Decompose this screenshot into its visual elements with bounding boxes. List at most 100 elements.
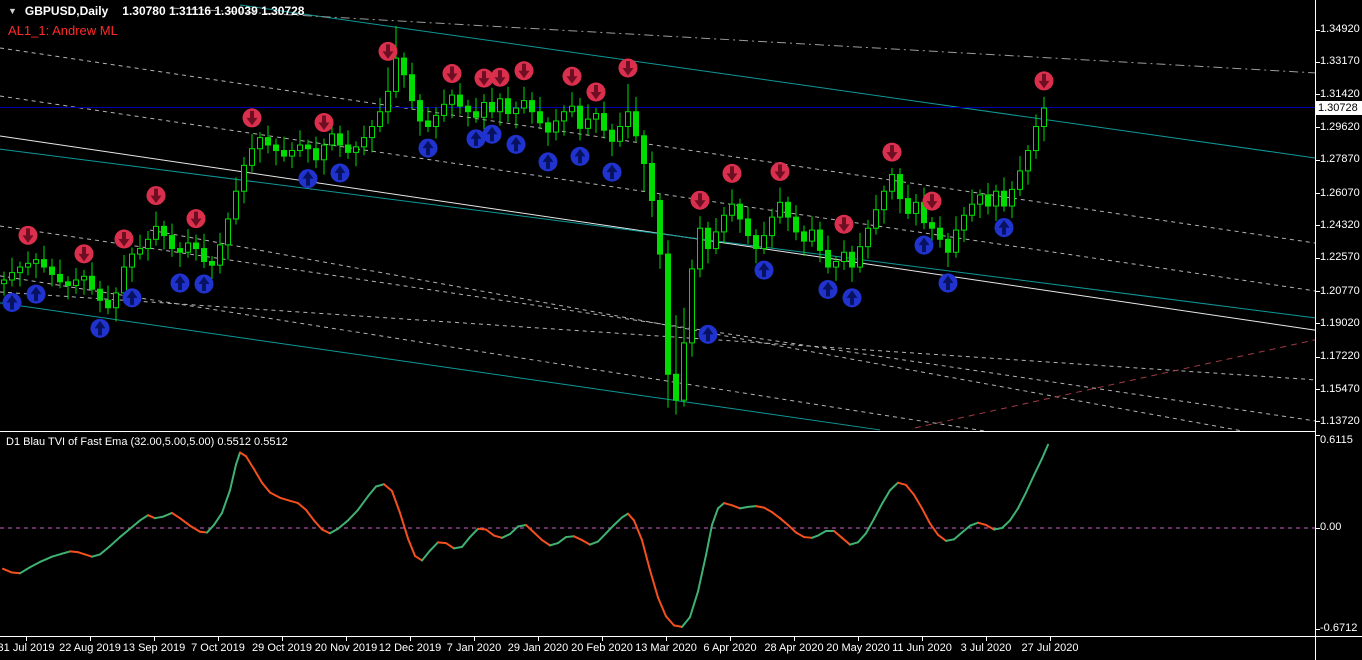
chevron-down-icon[interactable]: ▼ — [8, 6, 17, 16]
tvi-curve-segment — [841, 536, 851, 546]
candle-body — [329, 133, 335, 146]
mt4-chart-window: ▼ GBPUSD,Daily 1.30780 1.31116 1.30039 1.3… — [0, 0, 1362, 660]
buy-signal-icon — [538, 152, 558, 172]
date-tick-mark — [90, 637, 91, 641]
candle-body — [641, 135, 647, 164]
tvi-curve-segment — [605, 523, 615, 535]
candle-body — [825, 249, 831, 268]
candle-body — [25, 262, 31, 268]
candle-body — [401, 57, 407, 76]
price-axis-border — [1315, 0, 1316, 660]
sell-signal-icon — [186, 209, 206, 229]
candle-body — [625, 111, 631, 128]
candle-body — [441, 103, 447, 116]
tvi-curve-segment — [969, 521, 979, 527]
date-tick-mark — [474, 637, 475, 641]
tvi-curve-segment — [421, 549, 431, 562]
tvi-curve-segment — [913, 493, 923, 510]
tvi-curve-segment — [641, 539, 651, 572]
tvi-curve-segment — [321, 528, 331, 535]
candle-body — [425, 120, 431, 128]
tvi-curve-segment — [557, 536, 567, 545]
tvi-curve-segment — [261, 481, 271, 494]
tvi-curve-segment — [1001, 519, 1011, 529]
tvi-curve-segment — [1017, 491, 1027, 510]
tvi-curve-segment — [881, 489, 891, 505]
date-tick-mark — [666, 637, 667, 641]
candle-body — [689, 268, 695, 344]
sell-signal-icon — [722, 163, 742, 183]
tvi-curve-segment — [91, 553, 101, 558]
tvi-curve-segment — [99, 545, 111, 556]
candle-body — [337, 133, 343, 146]
sell-signal-icon — [74, 244, 94, 264]
candle-body — [793, 216, 799, 233]
candle-body — [345, 144, 351, 153]
candle-body — [985, 194, 991, 207]
candle-body — [113, 292, 119, 309]
tvi-curve-segment — [723, 502, 733, 507]
date-tick-label: 29 Jan 2020 — [507, 642, 569, 654]
candle-body — [489, 101, 495, 113]
candle-body — [761, 235, 767, 250]
tvi-curve-segment — [221, 489, 231, 514]
price-tick-label: 1.34920 — [1320, 23, 1360, 35]
candle-body — [369, 126, 375, 139]
buy-signal-icon — [842, 288, 862, 308]
date-tick-label: 11 Jun 2020 — [892, 642, 952, 654]
date-tick-label: 6 Apr 2020 — [703, 642, 757, 654]
candle-body — [249, 148, 255, 166]
tvi-curve-segment — [253, 468, 263, 484]
candle-body — [721, 214, 727, 233]
candle-body — [857, 246, 863, 268]
tvi-curve-segment — [657, 596, 667, 618]
date-tick-mark — [922, 637, 923, 641]
candle-body — [1017, 170, 1023, 190]
price-chart-canvas[interactable] — [0, 0, 1315, 431]
tvi-curve-segment — [1009, 507, 1019, 522]
buy-signal-icon — [570, 146, 590, 166]
candle-body — [457, 94, 463, 107]
candle-body — [65, 281, 71, 287]
tvi-curve-segment — [945, 538, 955, 542]
sell-signal-icon — [922, 191, 942, 211]
candle-body — [377, 111, 383, 128]
tvi-curve-segment — [139, 514, 149, 522]
tvi-curve-segment — [329, 527, 339, 535]
sell-signal-icon — [442, 64, 462, 84]
tvi-curve-segment — [437, 541, 447, 545]
indicator-chart-canvas[interactable] — [0, 433, 1315, 636]
buy-signal-icon — [2, 292, 22, 312]
tvi-curve-segment — [39, 555, 53, 563]
candle-body — [961, 214, 967, 231]
candle-body — [177, 248, 183, 253]
tvi-curve-segment — [29, 560, 41, 569]
candle-body — [465, 105, 471, 113]
tvi-curve-segment — [517, 523, 527, 528]
date-tick-label: 3 Jul 2020 — [960, 642, 1012, 654]
candle-body — [497, 98, 503, 113]
price-tick-label: 1.24320 — [1320, 218, 1360, 231]
tvi-curve-segment — [977, 521, 987, 526]
tvi-curve-segment — [717, 502, 725, 510]
candle-body — [609, 129, 615, 142]
candle-body — [929, 222, 935, 229]
tvi-curve-segment — [77, 551, 86, 556]
candle-body — [897, 174, 903, 200]
tvi-curve-segment — [937, 533, 947, 542]
candle-body — [9, 272, 15, 281]
candle-body — [145, 238, 151, 250]
sell-signal-icon — [242, 108, 262, 128]
date-tick-label: 27 Jul 2020 — [1021, 642, 1079, 654]
candle-body — [137, 248, 143, 255]
candle-body — [33, 259, 39, 264]
buy-signal-icon — [818, 280, 838, 300]
symbol-period-label: GBPUSD,Daily — [24, 4, 109, 18]
candle-body — [153, 225, 159, 240]
sell-signal-icon — [114, 229, 134, 249]
tvi-curve-segment — [391, 490, 401, 514]
candle-body — [617, 126, 623, 142]
candle-body — [41, 259, 47, 268]
tvi-curve-segment — [229, 463, 237, 492]
panel-separator[interactable] — [0, 431, 1315, 432]
